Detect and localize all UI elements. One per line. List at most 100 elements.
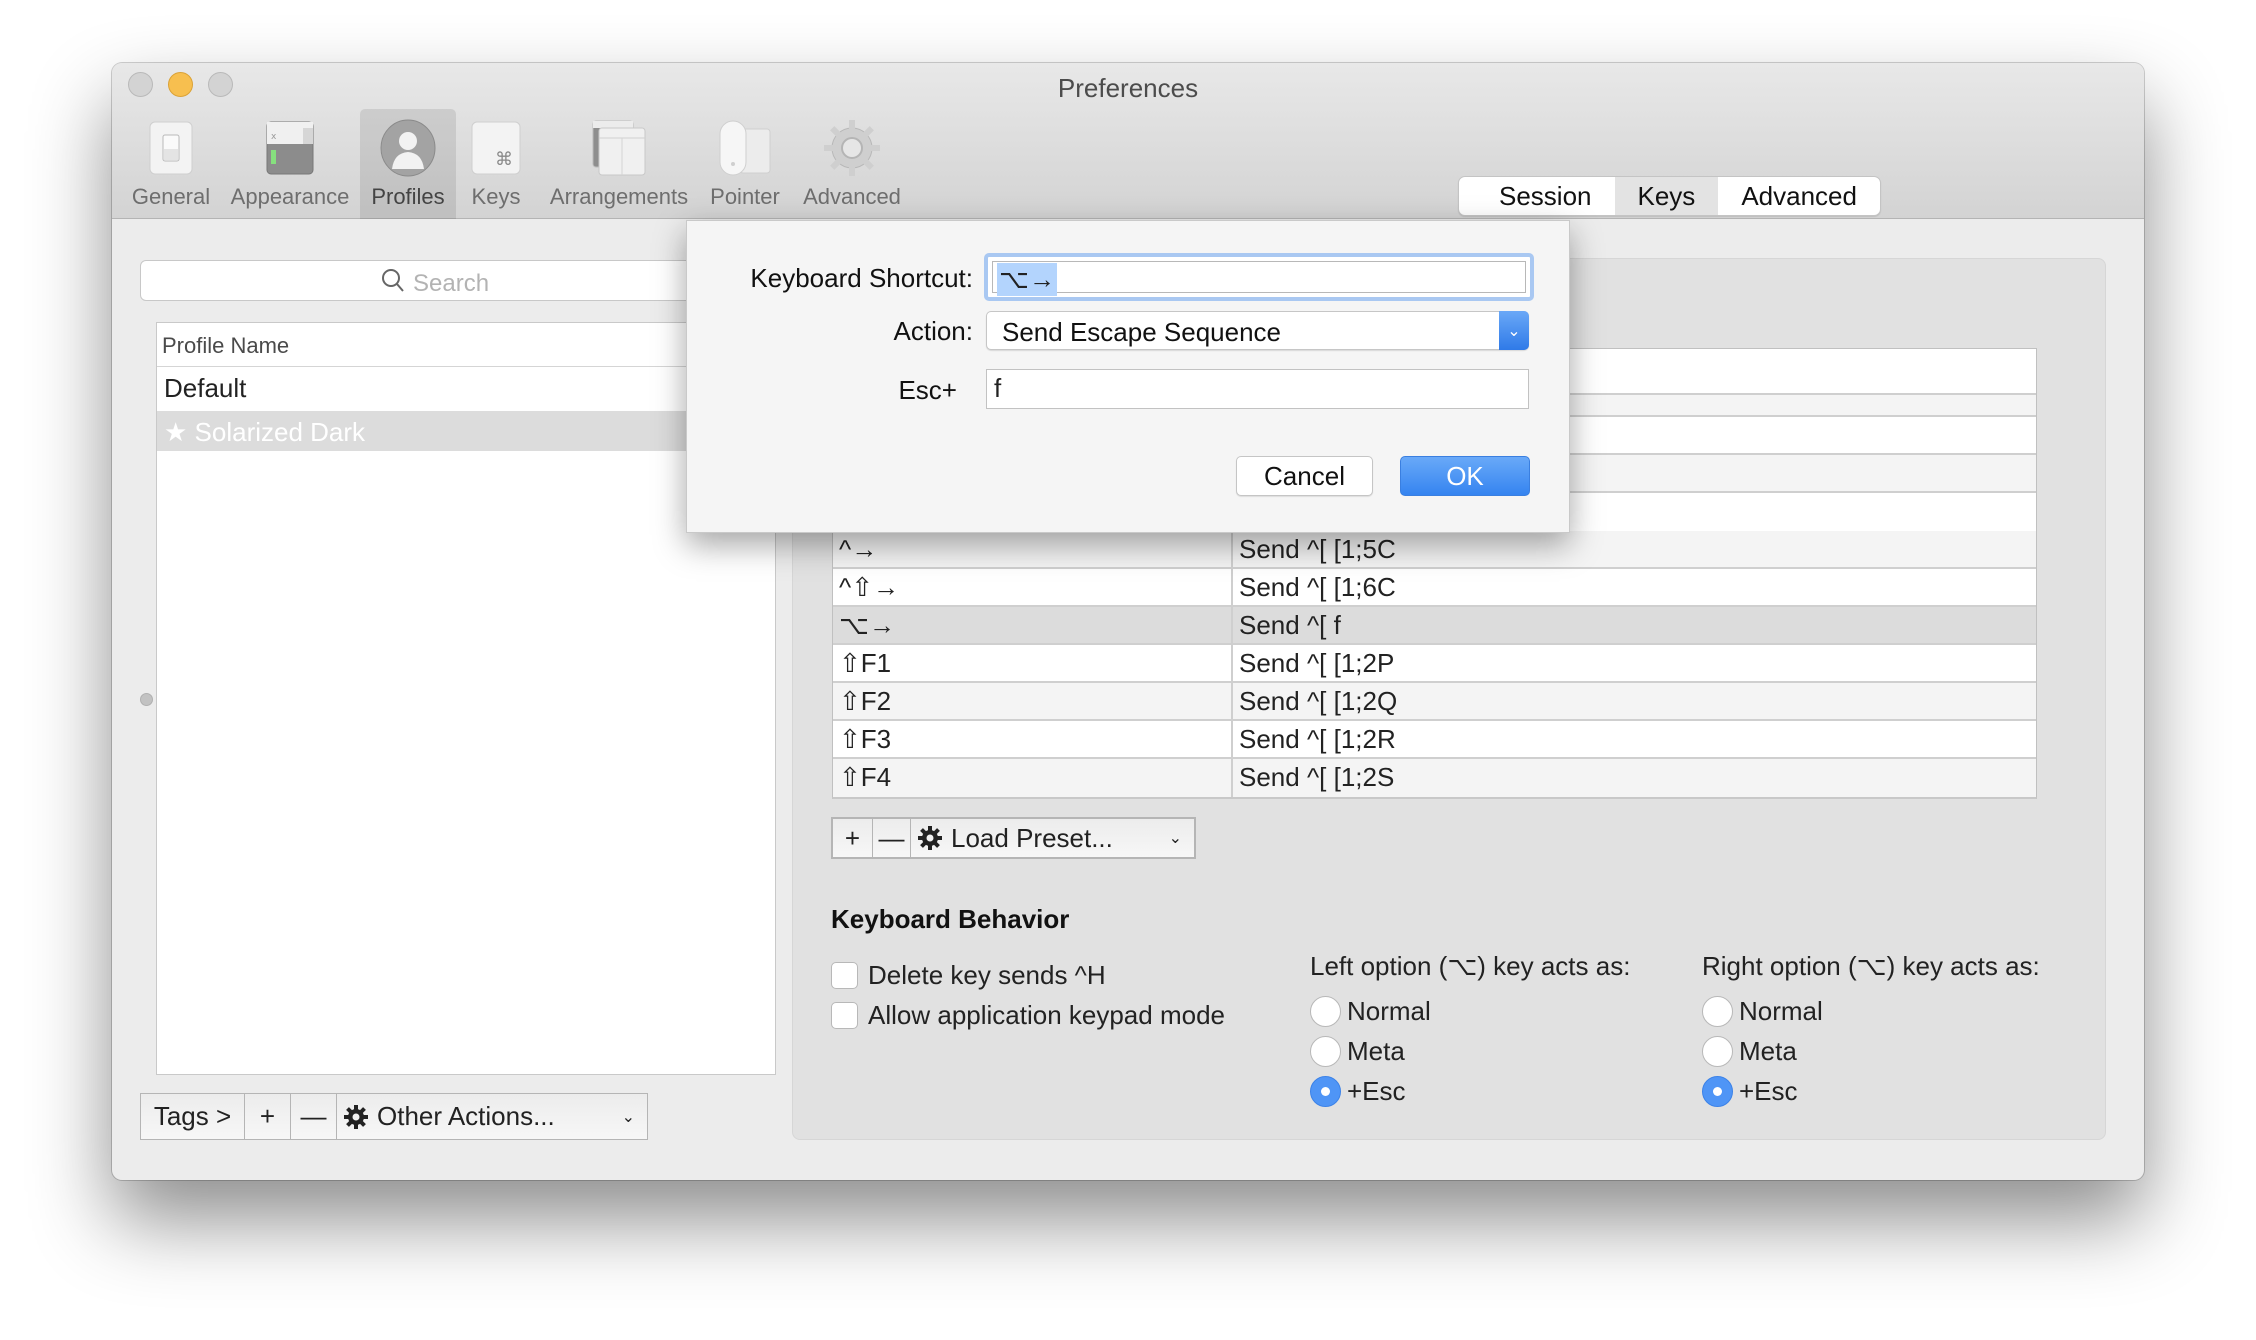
appearance-icon: x: [266, 121, 314, 175]
esc-sequence-input[interactable]: f: [986, 369, 1529, 409]
load-preset-label: Load Preset...: [951, 822, 1113, 853]
add-mapping-button[interactable]: +: [833, 819, 873, 857]
keyboard-shortcut-field[interactable]: ⌥→: [984, 253, 1534, 301]
action-cell: Send ^[ f: [1239, 610, 1341, 640]
toolbar-advanced[interactable]: Advanced: [788, 109, 916, 219]
profile-row-solarized-dark[interactable]: ★ Solarized Dark: [157, 411, 775, 451]
search-placeholder: Search: [413, 270, 490, 297]
remove-mapping-button[interactable]: —: [873, 819, 911, 857]
right-option-group: Right option (⌥) key acts as: Normal Met…: [1702, 951, 2040, 1111]
other-actions-menu[interactable]: Other Actions... ⌄: [337, 1094, 647, 1139]
keyboard-behavior-heading: Keyboard Behavior: [831, 904, 1070, 934]
ok-button[interactable]: OK: [1400, 456, 1530, 496]
action-dropdown[interactable]: Send Escape Sequence ⌄: [986, 311, 1529, 350]
right-option-normal[interactable]: Normal: [1702, 991, 2040, 1031]
key-mapping-actions-bar: + — Load Preset... ⌄: [831, 817, 1196, 859]
radio-label: +Esc: [1347, 1075, 1406, 1106]
esc-label: Esc+: [898, 375, 957, 405]
table-row[interactable]: ⇧F3 Send ^[ [1;2R: [833, 721, 2036, 759]
key-cell: ⌥→: [833, 607, 1233, 643]
toolbar-arrangements[interactable]: Arrangements: [536, 109, 702, 219]
search-icon: [382, 269, 404, 292]
profile-actions-bar: Tags > + — Other Actions... ⌄: [140, 1093, 648, 1140]
other-actions-label: Other Actions...: [377, 1101, 555, 1131]
column-header-profile-name[interactable]: Profile Name: [157, 323, 775, 367]
svg-text:x: x: [271, 132, 277, 142]
tab-session[interactable]: Session: [1459, 177, 1615, 215]
left-option-meta[interactable]: Meta: [1310, 1031, 1630, 1071]
delete-sends-ctrl-h-checkbox[interactable]: Delete key sends ^H: [831, 960, 1106, 991]
action-cell: Send ^[ [1;2S: [1239, 762, 1395, 792]
edit-key-mapping-dialog: Keyboard Shortcut: ⌥→ Action: Send Escap…: [686, 220, 1570, 533]
radio-label: Meta: [1739, 1035, 1797, 1066]
add-profile-button[interactable]: +: [245, 1094, 291, 1139]
left-option-normal[interactable]: Normal: [1310, 991, 1630, 1031]
toolbar-label: Appearance: [230, 184, 350, 209]
toolbar-pointer[interactable]: Pointer: [702, 109, 788, 219]
toolbar-appearance[interactable]: x Appearance: [230, 109, 350, 219]
split-view-handle[interactable]: [140, 693, 153, 706]
toolbar-label: Keys: [471, 184, 521, 209]
keyboard-shortcut-label: Keyboard Shortcut:: [750, 263, 973, 293]
key-cell: ⇧F2: [833, 683, 1233, 719]
window-title: Preferences: [1057, 73, 1199, 103]
right-option-esc[interactable]: +Esc: [1702, 1071, 2040, 1111]
tags-button[interactable]: Tags >: [141, 1094, 245, 1139]
profile-tabs: Session Keys Advanced: [1458, 176, 1881, 216]
toolbar-profiles[interactable]: Profiles: [360, 109, 456, 219]
table-row[interactable]: ^⇧→ Send ^[ [1;6C: [833, 569, 2036, 607]
radio[interactable]: [1702, 995, 1733, 1027]
radio-label: +Esc: [1739, 1075, 1798, 1106]
key-cell: ⇧F4: [833, 759, 1233, 797]
action-value: Send Escape Sequence: [1002, 317, 1281, 347]
radio-label: Meta: [1347, 1035, 1405, 1066]
switch-icon: [149, 121, 193, 175]
right-option-meta[interactable]: Meta: [1702, 1031, 2040, 1071]
key-cell: ^→: [833, 531, 1233, 567]
radio-selected[interactable]: [1310, 1075, 1341, 1107]
radio[interactable]: [1702, 1035, 1733, 1067]
gear-icon: [344, 1104, 368, 1129]
remove-profile-button[interactable]: —: [291, 1094, 337, 1139]
table-row[interactable]: ⇧F1 Send ^[ [1;2P: [833, 645, 2036, 683]
toolbar-label: Profiles: [371, 184, 445, 209]
radio-selected[interactable]: [1702, 1075, 1733, 1107]
checkbox[interactable]: [831, 1002, 858, 1029]
load-preset-menu[interactable]: Load Preset... ⌄: [911, 819, 1194, 857]
radio[interactable]: [1310, 995, 1341, 1027]
radio-label: Normal: [1347, 995, 1431, 1026]
table-row-selected[interactable]: ⌥→ Send ^[ f: [833, 607, 2036, 645]
table-row[interactable]: ^→ Send ^[ [1;5C: [833, 531, 2036, 569]
table-row[interactable]: ⇧F2 Send ^[ [1;2Q: [833, 683, 2036, 721]
profile-row-default[interactable]: Default: [157, 367, 775, 407]
left-option-esc[interactable]: +Esc: [1310, 1071, 1630, 1111]
toolbar-keys[interactable]: ⌘ Keys: [456, 109, 536, 219]
checkbox-label: Delete key sends ^H: [868, 960, 1106, 990]
left-option-title: Left option (⌥) key acts as:: [1310, 951, 1631, 981]
svg-text:⌘: ⌘: [495, 149, 513, 170]
cancel-button[interactable]: Cancel: [1236, 456, 1373, 496]
radio[interactable]: [1310, 1035, 1341, 1067]
tab-keys[interactable]: Keys: [1614, 177, 1719, 215]
table-row[interactable]: ⇧F4 Send ^[ [1;2S: [833, 759, 2036, 797]
action-cell: Send ^[ [1;5C: [1239, 534, 1396, 564]
command-key-icon: ⌘: [471, 121, 521, 175]
action-label: Action:: [893, 316, 974, 346]
tab-advanced[interactable]: Advanced: [1718, 177, 1880, 215]
checkbox[interactable]: [831, 962, 858, 989]
action-cell: Send ^[ [1;6C: [1239, 572, 1396, 602]
toolbar-general[interactable]: General: [112, 109, 230, 219]
gear-icon: [824, 120, 880, 176]
person-icon: [380, 119, 436, 177]
right-option-title: Right option (⌥) key acts as:: [1702, 951, 2040, 981]
application-keypad-checkbox[interactable]: Allow application keypad mode: [831, 1000, 1225, 1031]
key-cell: ^⇧→: [833, 569, 1233, 605]
windows-icon: [592, 120, 646, 176]
action-cell: Send ^[ [1;2R: [1239, 724, 1396, 754]
action-cell: Send ^[ [1;2Q: [1239, 686, 1398, 716]
action-cell: Send ^[ [1;2P: [1239, 648, 1395, 678]
radio-label: Normal: [1739, 995, 1823, 1026]
key-cell: ⇧F1: [833, 645, 1233, 681]
keyboard-shortcut-value: ⌥→: [997, 263, 1057, 296]
profile-list: Profile Name Default ★ Solarized Dark: [156, 322, 776, 1075]
